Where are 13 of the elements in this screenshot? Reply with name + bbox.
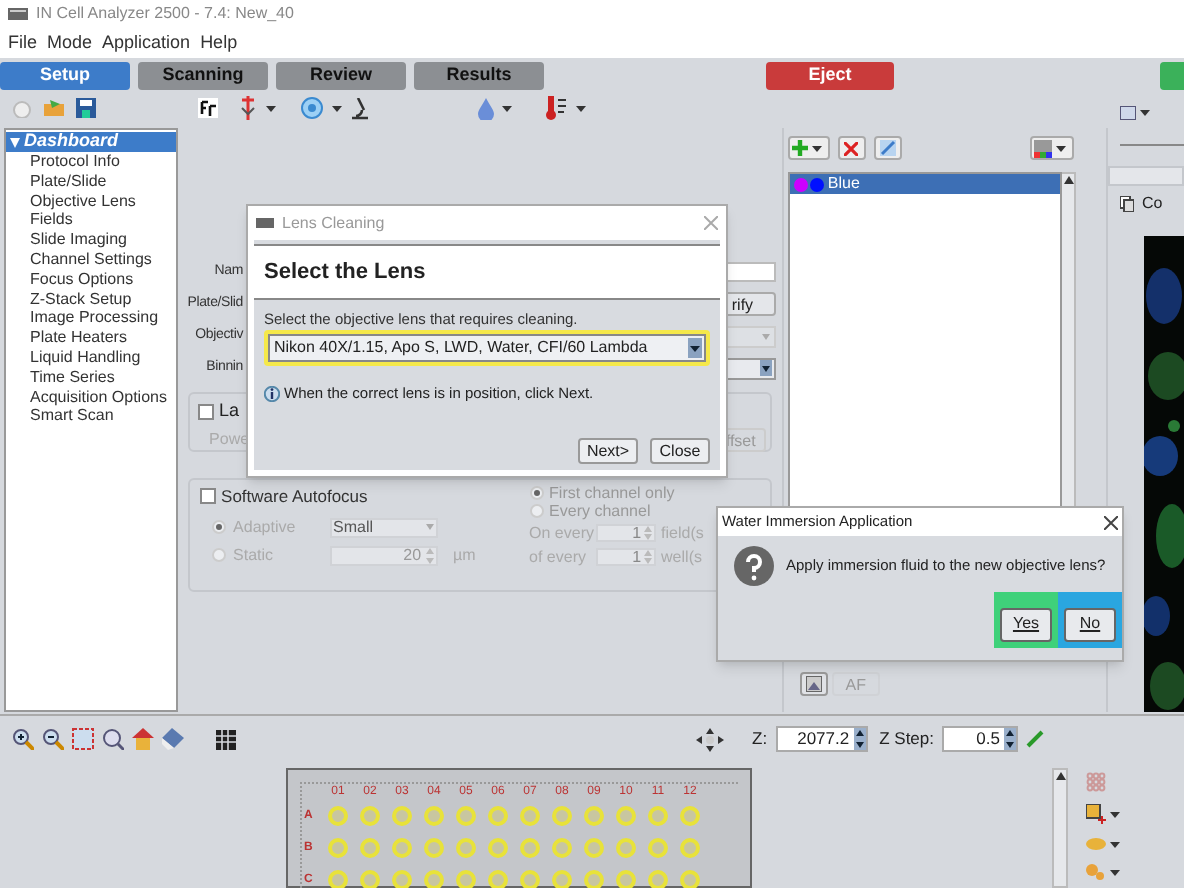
radio-label: First channel only <box>549 481 675 504</box>
spinner-field: 1 <box>595 524 656 542</box>
spinner-field: 20 <box>329 545 438 566</box>
dialog-heading: Select the Lens <box>264 257 426 288</box>
checkbox-label: Software Autofocus <box>221 484 368 510</box>
spinner-field: 1 <box>595 548 656 566</box>
checkbox-label: La <box>219 398 240 424</box>
window-title: IN Cell Analyzer 2500 - 7.4: New_40 <box>36 2 294 26</box>
z-label: Z: <box>752 726 768 752</box>
dialog-title: Lens Cleaning <box>282 211 385 235</box>
z-step-label: Z Step: <box>879 726 934 752</box>
radio-label: Every channel <box>549 501 651 523</box>
panel-label: Co <box>1142 191 1163 216</box>
